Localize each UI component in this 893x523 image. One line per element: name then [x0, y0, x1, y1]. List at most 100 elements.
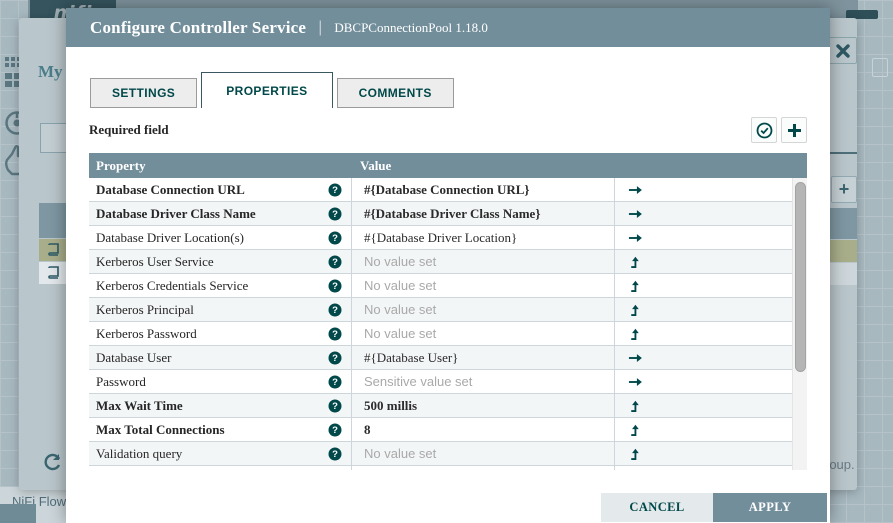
help-icon[interactable]: ?	[328, 303, 342, 317]
property-row: Max Total Connections?8	[89, 418, 792, 442]
property-value: #{Database Connection URL}	[364, 182, 530, 198]
help-icon[interactable]: ?	[328, 279, 342, 293]
scrollbar-thumb[interactable]	[795, 182, 806, 372]
help-icon[interactable]: ?	[328, 375, 342, 389]
property-name: Max Wait Time	[96, 398, 183, 414]
go-to-parameter-icon[interactable]	[628, 208, 643, 220]
panel-page-icon	[872, 58, 888, 77]
property-name: Max Total Connections	[96, 422, 225, 438]
property-name: Kerberos Password	[96, 326, 197, 342]
property-value-cell[interactable]: No value set	[352, 322, 615, 345]
property-name-cell: Database Driver Class Name?	[89, 202, 352, 225]
property-value-cell[interactable]: Sensitive value set	[352, 370, 615, 393]
apply-button[interactable]: APPLY	[713, 493, 827, 522]
help-icon[interactable]: ?	[328, 351, 342, 365]
help-icon[interactable]: ?	[328, 231, 342, 245]
property-value-cell[interactable]: No value set	[352, 274, 615, 297]
column-header-property: Property	[89, 153, 352, 178]
help-icon[interactable]: ?	[328, 327, 342, 341]
property-name-cell: Database Connection URL?	[89, 178, 352, 201]
convert-to-parameter-icon[interactable]	[628, 303, 641, 317]
tab-properties[interactable]: PROPERTIES	[201, 72, 332, 108]
go-to-parameter-icon[interactable]	[628, 232, 643, 244]
property-name: Kerberos User Service	[96, 254, 214, 270]
help-icon[interactable]: ?	[328, 207, 342, 221]
property-name-cell: Kerberos Password?	[89, 322, 352, 345]
property-action-cell	[615, 346, 792, 369]
help-icon[interactable]: ?	[328, 399, 342, 413]
property-value: No value set	[364, 302, 436, 317]
property-row: Max Wait Time? 500 millis	[89, 394, 792, 418]
property-row: Kerberos User Service? No value set	[89, 250, 792, 274]
help-icon[interactable]: ?	[328, 423, 342, 437]
convert-to-parameter-icon[interactable]	[628, 423, 641, 437]
svg-text:?: ?	[332, 377, 338, 388]
property-value: No value set	[364, 446, 436, 461]
property-row: Database Driver Location(s)? #{Database D…	[89, 226, 792, 250]
property-value-cell[interactable]: 8	[352, 418, 615, 441]
property-value-cell[interactable]: No value set	[352, 298, 615, 321]
property-action-cell	[615, 202, 792, 225]
svg-text:?: ?	[332, 209, 338, 220]
property-row: Validation query? No value set	[89, 442, 792, 466]
property-name-cell: Validation query?	[89, 442, 352, 465]
properties-table-body: Database Connection URL? #{Database Conne…	[89, 178, 792, 470]
canvas-corner-fragment	[0, 504, 36, 523]
go-to-parameter-icon[interactable]	[628, 184, 643, 196]
property-name-cell: Kerberos User Service?	[89, 250, 352, 273]
convert-to-parameter-icon[interactable]	[628, 447, 641, 461]
property-name-cell: Kerberos Credentials Service?	[89, 274, 352, 297]
svg-text:?: ?	[332, 257, 338, 268]
svg-text:?: ?	[332, 425, 338, 436]
convert-to-parameter-icon[interactable]	[628, 399, 641, 413]
property-value-cell[interactable]: 500 millis	[352, 394, 615, 417]
property-value-cell[interactable]: #{Database Connection URL}	[352, 178, 615, 201]
help-icon[interactable]: ?	[328, 255, 342, 269]
background-table-row-selected	[826, 240, 857, 262]
dialog-header: Configure Controller Service | DBCPConne…	[66, 8, 830, 47]
property-value-cell[interactable]: #{Database Driver Class Name}	[352, 202, 615, 225]
property-value: 500 millis	[364, 398, 417, 414]
convert-to-parameter-icon[interactable]	[628, 279, 641, 293]
property-action-cell	[615, 226, 792, 249]
svg-text:?: ?	[332, 449, 338, 460]
property-value: #{Database Driver Class Name}	[364, 206, 540, 222]
tab-comments[interactable]: COMMENTS	[337, 78, 454, 108]
property-value-cell[interactable]: #{Database Driver Location}	[352, 226, 615, 249]
go-to-parameter-icon[interactable]	[628, 376, 643, 388]
book-icon	[47, 266, 60, 284]
plus-icon	[787, 123, 802, 138]
background-divider	[826, 152, 857, 154]
property-name-cell: Database Driver Location(s)?	[89, 226, 352, 249]
go-to-parameter-icon[interactable]	[628, 352, 643, 364]
property-row: Kerberos Password? No value set	[89, 322, 792, 346]
property-value: #{Database User}	[364, 350, 458, 366]
property-value: No value set	[364, 254, 436, 269]
property-action-cell	[615, 394, 792, 417]
property-name-cell: Max Total Connections?	[89, 418, 352, 441]
convert-to-parameter-icon[interactable]	[628, 255, 641, 269]
property-value-cell[interactable]: No value set	[352, 250, 615, 273]
add-property-button[interactable]	[781, 117, 807, 143]
configure-controller-service-dialog: Configure Controller Service | DBCPConne…	[66, 8, 830, 523]
background-dialog-title: My	[38, 62, 63, 82]
partial-row	[89, 466, 792, 470]
property-name-cell: Kerberos Principal?	[89, 298, 352, 321]
scrollbar-track[interactable]	[792, 178, 807, 470]
property-name-cell: Database User?	[89, 346, 352, 369]
property-value-cell[interactable]: No value set	[352, 442, 615, 465]
background-table-row	[826, 263, 857, 285]
property-name: Database Connection URL	[96, 182, 245, 198]
property-value: No value set	[364, 326, 436, 341]
property-row: Database Driver Class Name? #{Database Dr…	[89, 202, 792, 226]
property-row: Database User? #{Database User}	[89, 346, 792, 370]
help-icon[interactable]: ?	[328, 447, 342, 461]
property-value-cell[interactable]: #{Database User}	[352, 346, 615, 369]
background-table-header	[39, 203, 66, 238]
property-value: #{Database Driver Location}	[364, 230, 517, 246]
help-icon[interactable]: ?	[328, 183, 342, 197]
convert-to-parameter-icon[interactable]	[628, 327, 641, 341]
tab-settings[interactable]: SETTINGS	[90, 78, 197, 108]
cancel-button[interactable]: CANCEL	[601, 493, 713, 522]
verify-properties-button[interactable]	[751, 117, 777, 143]
